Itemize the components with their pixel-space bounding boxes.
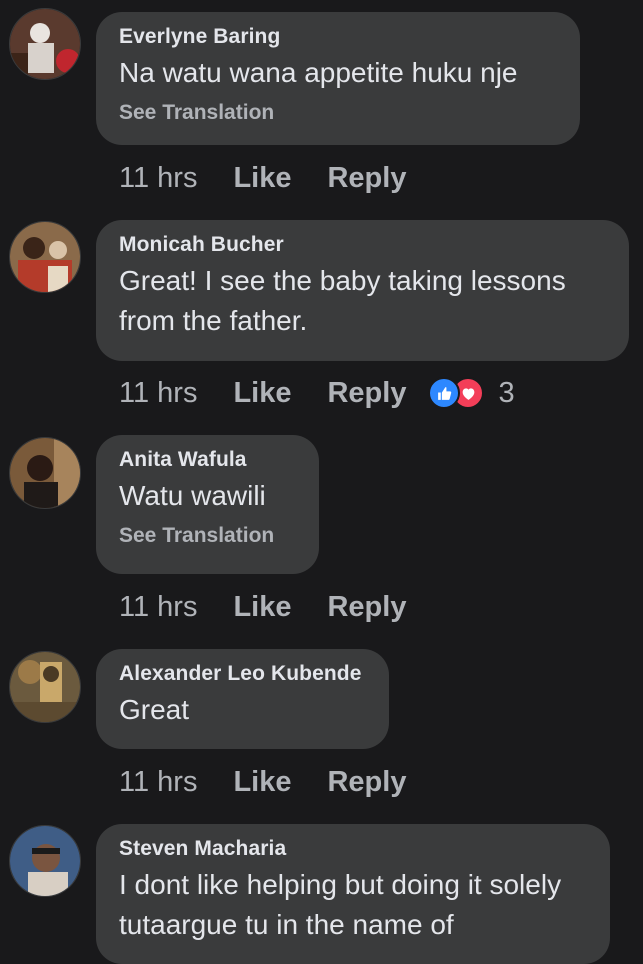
comment-text: Na watu wana appetite huku nje — [119, 57, 518, 88]
comment-bubble: Everlyne Baring Na watu wana appetite hu… — [96, 12, 580, 145]
comment-actions: 11 hrs Like Reply — [119, 764, 406, 800]
comment-timestamp[interactable]: 11 hrs — [119, 162, 197, 195]
comment-actions: 11 hrs Like Reply 3 — [119, 375, 515, 411]
reply-button[interactable]: Reply — [327, 591, 406, 624]
reply-button[interactable]: Reply — [327, 377, 406, 410]
comment-bubble: Steven Macharia I dont like helping but … — [96, 824, 610, 964]
comment-bubble: Anita Wafula Watu wawili See Translation — [96, 435, 319, 574]
like-button[interactable]: Like — [233, 591, 291, 624]
reactions-summary[interactable]: 3 — [428, 376, 515, 410]
like-button[interactable]: Like — [233, 377, 291, 410]
comment-bubble: Alexander Leo Kubende Great — [96, 649, 389, 749]
comment-author[interactable]: Everlyne Baring — [119, 24, 556, 50]
comment-timestamp[interactable]: 11 hrs — [119, 377, 197, 410]
comment-timestamp[interactable]: 11 hrs — [119, 766, 197, 799]
avatar[interactable] — [9, 437, 81, 509]
comment-actions: 11 hrs Like Reply — [119, 589, 406, 625]
comment-author[interactable]: Anita Wafula — [119, 447, 295, 473]
avatar[interactable] — [9, 651, 81, 723]
comment-text: Great — [119, 694, 190, 725]
avatar[interactable] — [9, 221, 81, 293]
reply-button[interactable]: Reply — [327, 162, 406, 195]
reply-button[interactable]: Reply — [327, 766, 406, 799]
comment-bubble: Monicah Bucher Great! I see the baby tak… — [96, 220, 629, 361]
comment-text: Great! I see the baby taking lessons fro… — [119, 265, 566, 336]
like-button[interactable]: Like — [233, 162, 291, 195]
comment-actions: 11 hrs Like Reply — [119, 160, 406, 196]
comment-text: I dont like helping but doing it solely … — [119, 869, 562, 940]
avatar[interactable] — [9, 8, 81, 80]
like-button[interactable]: Like — [233, 766, 291, 799]
comment-author[interactable]: Steven Macharia — [119, 836, 586, 862]
comment-author[interactable]: Monicah Bucher — [119, 232, 605, 258]
see-translation-link[interactable]: See Translation — [119, 100, 556, 126]
reaction-count: 3 — [498, 376, 515, 409]
see-translation-link[interactable]: See Translation — [119, 523, 295, 549]
comment-author[interactable]: Alexander Leo Kubende — [119, 661, 365, 687]
comment-timestamp[interactable]: 11 hrs — [119, 591, 197, 624]
comment-text: Watu wawili — [119, 480, 266, 511]
avatar[interactable] — [9, 825, 81, 897]
